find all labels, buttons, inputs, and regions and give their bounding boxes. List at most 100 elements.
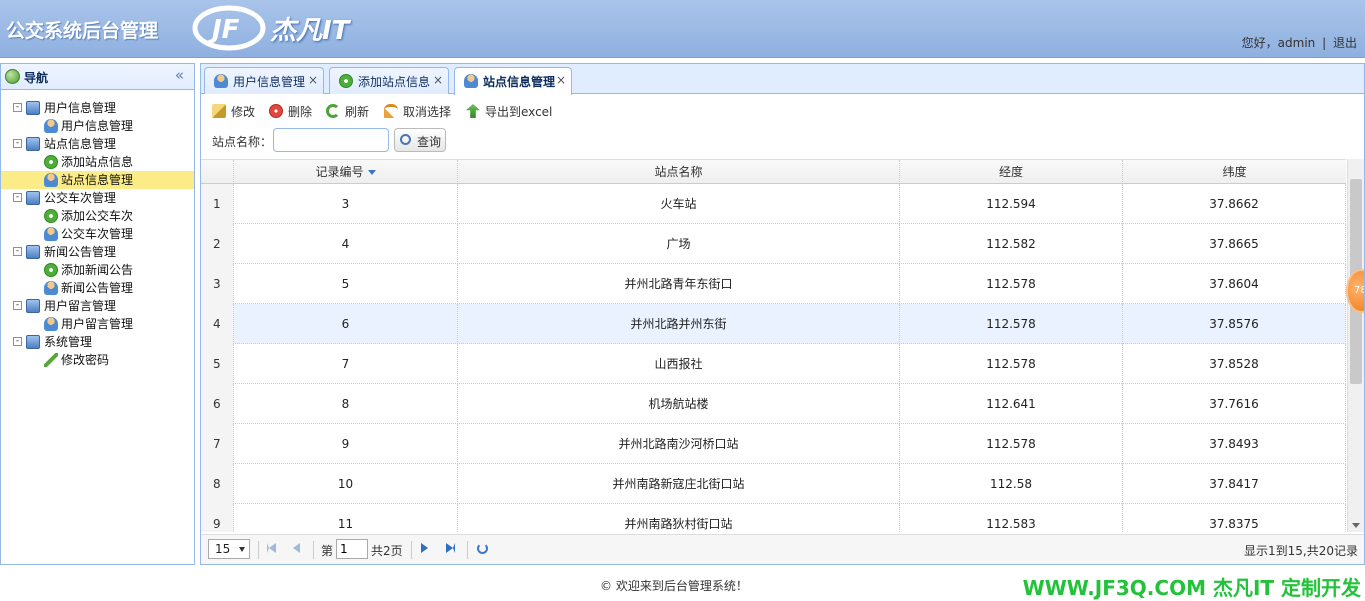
tab-bar: 用户信息管理 × 添加站点信息 × 站点信息管理 ×	[201, 64, 1364, 95]
row-number: 5	[201, 344, 234, 384]
nav-group[interactable]: - 用户信息管理	[1, 99, 194, 117]
user-icon	[214, 74, 228, 88]
jf-logo: JF 杰凡IT	[192, 2, 367, 52]
table-row[interactable]: 8 10 并州南路新寇庄北街口站 112.58 37.8417	[201, 464, 1346, 504]
nav-panel: 导航 « - 用户信息管理 用户信息管理 - 站点信息管理 添加站点信息 站点信息管理 - 公交…	[0, 63, 195, 565]
tab-add-station[interactable]: 添加站点信息 ×	[329, 67, 449, 94]
pager-divider	[258, 541, 259, 559]
nav-item[interactable]: 新闻公告管理	[1, 279, 194, 297]
tree-toggle-icon[interactable]: -	[13, 193, 22, 202]
table-row[interactable]: 5 7 山西报社 112.578 37.8528	[201, 344, 1346, 384]
nav-item[interactable]: 添加新闻公告	[1, 261, 194, 279]
collapse-icon[interactable]: «	[175, 66, 184, 84]
svg-text:JF: JF	[207, 15, 240, 45]
nav-item[interactable]: 用户信息管理	[1, 117, 194, 135]
toolbar: 修改 删除 刷新 取消选择 导出到excel	[201, 94, 1364, 126]
add-icon	[339, 74, 353, 88]
user-icon	[44, 227, 58, 241]
nav-group[interactable]: - 站点信息管理	[1, 135, 194, 153]
first-page-button[interactable]	[267, 543, 279, 555]
group-icon	[26, 101, 40, 115]
pager-divider	[467, 541, 468, 559]
pen-icon	[44, 353, 58, 367]
next-page-button[interactable]	[421, 543, 433, 555]
table-row[interactable]: 1 3 火车站 112.594 37.8662	[201, 184, 1346, 224]
table-row[interactable]: 2 4 广场 112.582 37.8665	[201, 224, 1346, 264]
nav-item[interactable]: 站点信息管理	[1, 171, 194, 189]
page-number-input[interactable]	[336, 539, 368, 559]
tree-toggle-icon[interactable]: -	[13, 103, 22, 112]
export-label: 导出到excel	[485, 105, 553, 119]
undo-icon	[384, 104, 398, 118]
cell-record-id: 11	[234, 504, 458, 532]
column-header-lng[interactable]: 经度	[900, 160, 1123, 184]
page-size-select[interactable]: 15	[208, 539, 250, 559]
tab-close-icon[interactable]: ×	[433, 73, 443, 87]
tab-close-icon[interactable]: ×	[308, 73, 318, 87]
tab-station-manage[interactable]: 站点信息管理 ×	[454, 67, 572, 95]
edit-icon	[212, 104, 226, 118]
nav-group[interactable]: - 公交车次管理	[1, 189, 194, 207]
page-prefix: 第	[321, 544, 334, 558]
nav-item[interactable]: 添加站点信息	[1, 153, 194, 171]
table-row[interactable]: 4 6 并州北路并州东街 112.578 37.8576	[201, 304, 1346, 344]
tab-label: 用户信息管理	[233, 75, 306, 89]
cell-record-id: 7	[234, 344, 458, 384]
search-button[interactable]: 查询	[394, 128, 446, 152]
cell-latitude: 37.8375	[1123, 504, 1346, 532]
tab-user-info[interactable]: 用户信息管理 ×	[204, 67, 324, 94]
cell-longitude: 112.58	[900, 464, 1123, 504]
row-number: 6	[201, 384, 234, 424]
page-size-value: 15	[215, 542, 231, 556]
station-name-label: 站点名称：	[212, 135, 273, 149]
nav-item[interactable]: 公交车次管理	[1, 225, 194, 243]
cell-station-name: 广场	[458, 224, 900, 264]
nav-item-label: 站点信息管理	[44, 137, 117, 151]
table-row[interactable]: 3 5 并州北路青年东街口 112.578 37.8604	[201, 264, 1346, 304]
nav-item[interactable]: 用户留言管理	[1, 315, 194, 333]
cell-station-name: 山西报社	[458, 344, 900, 384]
column-header-lat[interactable]: 纬度	[1123, 160, 1346, 184]
app-title: 公交系统后台管理	[6, 20, 159, 42]
tree-toggle-icon[interactable]: -	[13, 301, 22, 310]
column-header-id[interactable]: 记录编号	[234, 160, 458, 184]
nav-item[interactable]: 修改密码	[1, 351, 194, 369]
nav-item[interactable]: 添加公交车次	[1, 207, 194, 225]
grid-header: 记录编号 站点名称 经度 纬度	[201, 159, 1346, 184]
nav-item-label: 用户信息管理	[61, 119, 134, 133]
station-name-input[interactable]	[273, 128, 389, 152]
nav-item-label: 用户信息管理	[44, 101, 117, 115]
group-icon	[26, 299, 40, 313]
logout-link[interactable]: 退出	[1333, 36, 1357, 50]
nav-group[interactable]: - 新闻公告管理	[1, 243, 194, 261]
row-number: 4	[201, 304, 234, 344]
reload-icon[interactable]	[477, 543, 488, 554]
cancel-select-label: 取消选择	[403, 105, 452, 119]
scroll-down-icon[interactable]	[1352, 523, 1360, 528]
nav-group[interactable]: - 用户留言管理	[1, 297, 194, 315]
grid-body: 1 3 火车站 112.594 37.8662 2 4 广场 112.582 37.8665 3 5 并…	[201, 184, 1346, 532]
tab-close-icon[interactable]: ×	[556, 73, 566, 87]
last-page-button[interactable]	[446, 543, 458, 555]
prev-page-button[interactable]	[293, 543, 305, 555]
tree-toggle-icon[interactable]: -	[13, 247, 22, 256]
cell-longitude: 112.582	[900, 224, 1123, 264]
tree-toggle-icon[interactable]: -	[13, 139, 22, 148]
table-row[interactable]: 6 8 机场航站楼 112.641 37.7616	[201, 384, 1346, 424]
cell-record-id: 3	[234, 184, 458, 224]
tree-toggle-icon[interactable]: -	[13, 337, 22, 346]
search-bar: 站点名称： 查询	[201, 126, 1364, 156]
nav-item-label: 修改密码	[61, 353, 110, 367]
group-icon	[26, 137, 40, 151]
pager-divider	[411, 541, 412, 559]
vertical-scrollbar[interactable]	[1347, 159, 1364, 532]
cell-latitude: 37.8665	[1123, 224, 1346, 264]
cell-longitude: 112.594	[900, 184, 1123, 224]
table-row[interactable]: 9 11 并州南路狄村街口站 112.583 37.8375	[201, 504, 1346, 532]
table-row[interactable]: 7 9 并州北路南沙河桥口站 112.578 37.8493	[201, 424, 1346, 464]
watermark-text: WWW.JF3Q.COM 杰凡IT 定制开发	[1022, 576, 1361, 600]
column-header-name[interactable]: 站点名称	[458, 160, 900, 184]
nav-group[interactable]: - 系统管理	[1, 333, 194, 351]
chevron-down-icon	[239, 547, 245, 552]
cell-record-id: 4	[234, 224, 458, 264]
